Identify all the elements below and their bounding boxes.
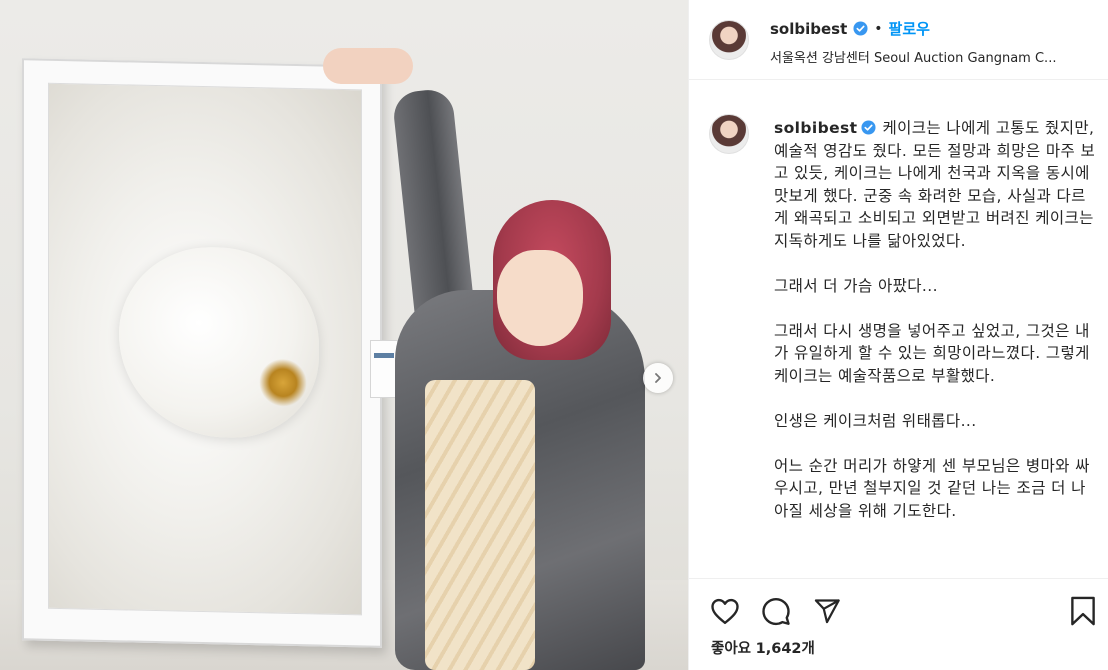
likes-label: 좋아요 — [711, 641, 752, 657]
artwork-canvas — [48, 82, 362, 616]
gold-decoration — [259, 358, 307, 408]
striped-shirt — [425, 380, 535, 670]
follow-button[interactable]: 팔로우 — [889, 18, 930, 39]
separator-dot: • — [874, 20, 883, 37]
caption-text: solbibest 케이크는 나에게 고통도 줬지만, 예술적 영감도 줬다. … — [774, 117, 1096, 522]
caption-paragraph: 그래서 다시 생명을 넣어주고 싶었고, 그것은 내가 유일하게 할 수 있는 … — [774, 321, 1096, 385]
heart-icon — [711, 598, 739, 625]
artwork-frame — [22, 58, 382, 648]
comment-button[interactable] — [759, 594, 793, 628]
post-actions: 좋아요 1,642개 — [689, 578, 1108, 670]
caption-section: solbibest 케이크는 나에게 고통도 줬지만, 예술적 영감도 줬다. … — [689, 80, 1108, 578]
verified-badge-icon — [861, 120, 876, 135]
paper-plane-icon — [814, 599, 840, 624]
avatar[interactable] — [709, 114, 749, 154]
person-posing — [323, 40, 685, 670]
caption-paragraph: 어느 순간 머리가 하얗게 센 부모님은 병마와 싸우시고, 만년 철부지일 것… — [774, 456, 1090, 520]
avatar[interactable] — [709, 20, 749, 60]
likes-count[interactable]: 좋아요 1,642개 — [711, 637, 815, 658]
face — [497, 250, 583, 346]
chevron-right-icon — [655, 373, 661, 383]
post-photo[interactable] — [0, 0, 688, 670]
post-side-panel: solbibest • 팔로우 서울옥션 강남센터 Seoul Auction … — [688, 0, 1108, 670]
share-button[interactable] — [810, 594, 844, 628]
location-link[interactable]: 서울옥션 강남센터 Seoul Auction Gangnam C... — [770, 47, 1092, 66]
like-button[interactable] — [708, 594, 742, 628]
bookmark-icon — [1071, 596, 1095, 626]
verified-badge-icon — [853, 21, 868, 36]
header-username[interactable]: solbibest — [770, 20, 847, 38]
caption-paragraph: 그래서 더 가슴 아팠다... — [774, 276, 938, 295]
caption-username[interactable]: solbibest — [774, 119, 857, 137]
post-header: solbibest • 팔로우 서울옥션 강남센터 Seoul Auction … — [689, 0, 1108, 80]
comment-icon — [762, 597, 790, 626]
cake-sculpture — [119, 245, 319, 440]
caption-paragraph: 케이크는 나에게 고통도 줬지만, 예술적 영감도 줬다. 모든 절망과 희망은… — [774, 119, 1100, 250]
caption-paragraph: 인생은 케이크처럼 위태롭다... — [774, 411, 977, 430]
likes-number: 1,642개 — [755, 641, 815, 657]
hand — [323, 48, 413, 84]
carousel-next-button[interactable] — [643, 363, 673, 393]
save-button[interactable] — [1066, 594, 1100, 628]
